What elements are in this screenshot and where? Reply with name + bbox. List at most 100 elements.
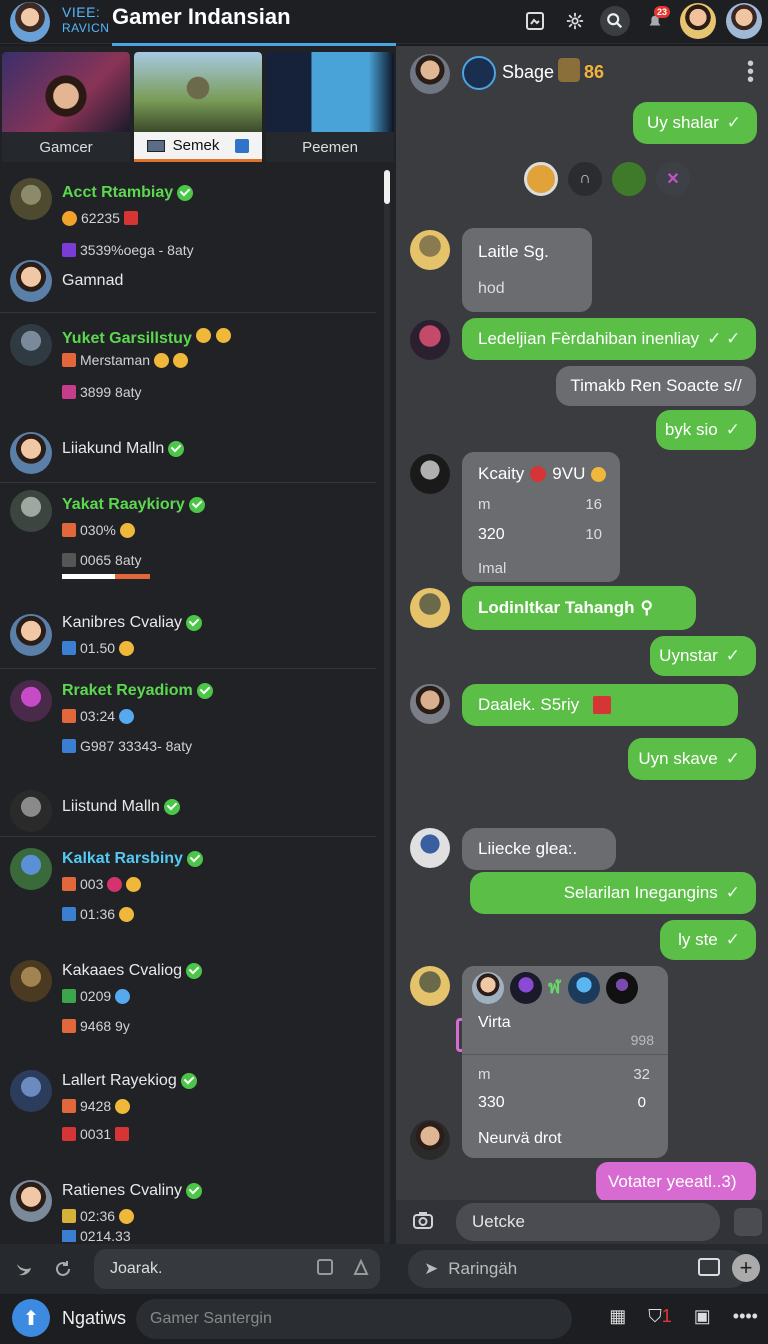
- avatar: [10, 960, 52, 1002]
- scroll-thumb[interactable]: [384, 170, 390, 204]
- left-composer: Joarak.: [0, 1244, 396, 1294]
- bird-icon[interactable]: [12, 1256, 38, 1282]
- profile-avatar[interactable]: [726, 3, 762, 39]
- reaction-leaf-icon[interactable]: [612, 162, 646, 196]
- message-input[interactable]: ➤ Raringäh: [408, 1250, 748, 1288]
- message-out[interactable]: byk sio ✓: [656, 410, 756, 450]
- conversation-name: Kanibres Cvaliay: [62, 614, 203, 632]
- gallery-icon[interactable]: [520, 6, 550, 36]
- message-out[interactable]: Selarilan Inegangins ✓: [470, 872, 756, 914]
- close-icon: [62, 877, 76, 891]
- message-composer: ➤ Raringäh +: [396, 1244, 768, 1294]
- bottom-bar: ⬆ Ngatiws Gamer Santergin ▦ ⛉1 ▣ ••••: [0, 1294, 768, 1344]
- bottom-search-input[interactable]: Gamer Santergin: [136, 1299, 572, 1339]
- left-message-input[interactable]: Joarak.: [94, 1249, 380, 1289]
- search-icon[interactable]: [600, 6, 630, 36]
- reaction-gold-icon[interactable]: [524, 162, 558, 196]
- conversation-name: Yuket Garsillstuy: [62, 328, 231, 348]
- reaction-close-icon[interactable]: ✕: [656, 162, 690, 196]
- sender-avatar[interactable]: [410, 230, 450, 270]
- contact-avatar[interactable]: [410, 54, 450, 94]
- conversation-item[interactable]: Kakaaes Cvaliog 0209 9468 9y: [0, 952, 384, 1052]
- message-out[interactable]: Uy shalar ✓: [633, 102, 757, 144]
- game-icon: [62, 385, 76, 399]
- message-out[interactable]: Daalek. S5riy: [462, 684, 738, 726]
- mic-icon[interactable]: [352, 1258, 370, 1281]
- conversation-scrollbar[interactable]: [384, 170, 390, 1244]
- conversation-name: Acct Rtambiay: [62, 184, 194, 202]
- shield-alert-icon[interactable]: ⛉1: [648, 1306, 672, 1327]
- reaction-headset-icon[interactable]: ∩: [568, 162, 602, 196]
- conversation-item[interactable]: Kalkat Rarsbiny 003 01:36: [0, 840, 384, 944]
- trophy-icon: [558, 58, 580, 82]
- conversation-name: Ratienes Cvaliny: [62, 1182, 203, 1200]
- conversation-item[interactable]: Ratienes Cvaliny 02:36 0214.33: [0, 1172, 384, 1244]
- message-out[interactable]: Uyn skave ✓: [628, 738, 756, 780]
- avatar: [10, 614, 52, 656]
- sender-avatar[interactable]: [410, 966, 450, 1006]
- refresh-icon[interactable]: [50, 1256, 76, 1282]
- verified-icon: [177, 184, 194, 201]
- conversation-item[interactable]: Liiakund Malln: [0, 424, 384, 484]
- conversation-line2: 62235: [62, 210, 138, 226]
- message-card[interactable]: ฬ Virta 998 m 32 330 0 Neurvä drot: [456, 966, 668, 1158]
- sender-avatar[interactable]: [410, 588, 450, 628]
- conversation-item[interactable]: Rraket Reyadiom 03:24 G987 33343- 8aty: [0, 672, 384, 772]
- close-icon: [62, 739, 76, 753]
- conversation-item[interactable]: Yuket Garsillstuy Merstaman 3899 8aty: [0, 316, 384, 416]
- conversation-line3: 0214.33: [62, 1230, 131, 1242]
- image-icon[interactable]: [698, 1258, 720, 1276]
- read-check-icon: ✓: [725, 420, 740, 439]
- conversation-item[interactable]: Gamnad: [0, 256, 384, 316]
- conversation-item[interactable]: Liistund Malln: [0, 782, 384, 838]
- message-out[interactable]: Uynstar ✓: [650, 636, 756, 676]
- message-out[interactable]: Ledeljian Fèrdahiban inenliay ✓ ✓: [462, 318, 756, 360]
- message-card[interactable]: Kcaity 9VU m 16 320 10 Imal: [462, 452, 620, 582]
- sender-avatar[interactable]: [410, 320, 450, 360]
- sender-avatar[interactable]: [410, 684, 450, 724]
- notifications-icon[interactable]: 23: [640, 6, 670, 36]
- chat-icon[interactable]: ▣: [694, 1306, 711, 1327]
- friend-avatar[interactable]: [680, 3, 716, 39]
- conversation-line3: 0065 8aty: [62, 552, 142, 568]
- camera-icon[interactable]: [412, 1210, 434, 1235]
- thumb-selected[interactable]: Semek: [134, 52, 262, 164]
- message-out-highlight[interactable]: Votater yeeatl..3): [596, 1162, 756, 1202]
- conversation-name: Yakat Raaykiory: [62, 496, 205, 514]
- conversation-line3: 01:36: [62, 906, 135, 922]
- sender-avatar[interactable]: [410, 1120, 450, 1160]
- conversation-panel: Gamcer Semek Peemen Acct Rtambiay 62235 …: [0, 46, 396, 1244]
- verified-icon: [186, 850, 203, 867]
- avatar: [10, 178, 52, 220]
- user-avatar[interactable]: [10, 2, 50, 42]
- conversation-line2: 003: [62, 876, 142, 892]
- sender-avatar[interactable]: [410, 828, 450, 868]
- top-icons: 23: [520, 3, 762, 39]
- conversation-item[interactable]: Yakat Raaykiory 030% 0065 8aty: [0, 486, 384, 596]
- reply-input[interactable]: Uetcke: [456, 1203, 720, 1241]
- more-icon[interactable]: • • •: [747, 54, 754, 90]
- conversation-name: Lallert Rayekiog: [62, 1072, 197, 1090]
- more-icon[interactable]: ••••: [733, 1306, 758, 1327]
- message-in[interactable]: Laitle Sg. hod: [462, 228, 592, 312]
- settings-icon[interactable]: [560, 6, 590, 36]
- sticker-icon[interactable]: [734, 1208, 762, 1236]
- read-check-icon: ✓ ✓: [707, 329, 741, 348]
- calendar-icon[interactable]: ▦: [609, 1306, 626, 1327]
- thumb-setup[interactable]: Peemen: [266, 52, 394, 164]
- message-out[interactable]: ly ste ✓: [660, 920, 756, 960]
- message-in[interactable]: Timakb Ren Soacte s//: [556, 366, 756, 406]
- verified-icon: [186, 614, 203, 631]
- message-in[interactable]: Liiecke glea:.: [462, 828, 616, 870]
- sender-avatar[interactable]: [410, 454, 450, 494]
- thumb-gamer[interactable]: Gamcer: [2, 52, 130, 164]
- message-out[interactable]: Lodinltkar Tahangh ⚲: [462, 586, 696, 630]
- game-logo-icon: [462, 56, 496, 90]
- conversation-item[interactable]: Lallert Rayekiog 9428 0031: [0, 1062, 384, 1162]
- add-icon[interactable]: +: [732, 1254, 760, 1282]
- conversation-item[interactable]: Kanibres Cvaliay 01.50: [0, 602, 384, 670]
- home-icon[interactable]: ⬆: [12, 1299, 50, 1337]
- close-icon: [62, 709, 76, 723]
- game-icon: [62, 989, 76, 1003]
- attach-icon[interactable]: [316, 1258, 334, 1281]
